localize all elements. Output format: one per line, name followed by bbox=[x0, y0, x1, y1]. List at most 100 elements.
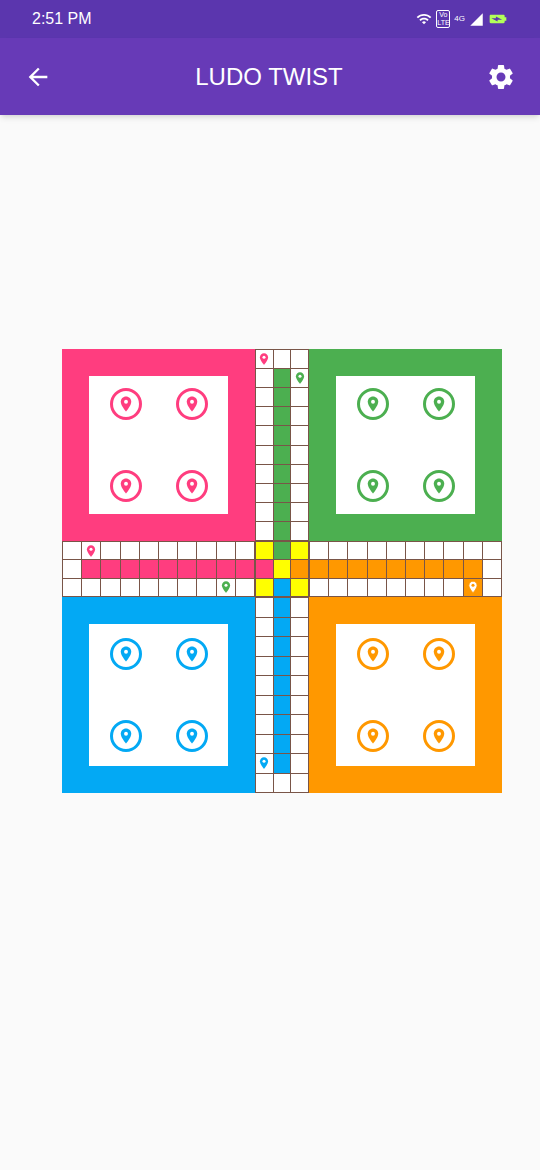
board-cell[interactable] bbox=[274, 618, 291, 637]
home-token[interactable] bbox=[176, 470, 208, 502]
board-cell[interactable] bbox=[348, 542, 366, 559]
board-cell[interactable] bbox=[368, 579, 386, 596]
board-cell[interactable] bbox=[329, 542, 347, 559]
board-cell[interactable] bbox=[256, 503, 273, 521]
board-cell[interactable] bbox=[159, 560, 177, 577]
board-cell[interactable] bbox=[217, 542, 235, 559]
board-cell[interactable] bbox=[291, 503, 308, 521]
board-cell[interactable] bbox=[310, 579, 328, 596]
back-icon[interactable] bbox=[24, 63, 52, 91]
board-cell[interactable] bbox=[291, 350, 308, 368]
board-cell[interactable] bbox=[483, 560, 501, 577]
board-cell[interactable] bbox=[291, 715, 308, 734]
board-cell[interactable] bbox=[425, 560, 443, 577]
board-cell[interactable] bbox=[140, 560, 158, 577]
board-cell[interactable] bbox=[291, 388, 308, 406]
home-token[interactable] bbox=[110, 720, 142, 752]
board-cell[interactable] bbox=[63, 560, 81, 577]
board-cell[interactable] bbox=[274, 350, 291, 368]
board-cell[interactable] bbox=[274, 715, 291, 734]
board-cell[interactable] bbox=[197, 560, 215, 577]
board-cell[interactable] bbox=[291, 369, 308, 387]
board-cell[interactable] bbox=[121, 560, 139, 577]
board-cell[interactable] bbox=[291, 522, 308, 540]
board-cell[interactable] bbox=[256, 676, 273, 695]
home-token[interactable] bbox=[423, 638, 455, 670]
board-cell[interactable] bbox=[464, 542, 482, 559]
board-cell[interactable] bbox=[464, 560, 482, 577]
board-cell[interactable] bbox=[291, 598, 308, 617]
board-cell[interactable] bbox=[256, 369, 273, 387]
board-cell[interactable] bbox=[406, 542, 424, 559]
board-cell[interactable] bbox=[329, 560, 347, 577]
board-cell[interactable] bbox=[256, 696, 273, 715]
board-cell[interactable] bbox=[236, 542, 254, 559]
board-cell[interactable] bbox=[274, 484, 291, 502]
board-cell[interactable] bbox=[256, 407, 273, 425]
board-cell[interactable] bbox=[444, 560, 462, 577]
board-cell[interactable] bbox=[274, 522, 291, 540]
board-cell[interactable] bbox=[329, 579, 347, 596]
board-cell[interactable] bbox=[274, 369, 291, 387]
board-cell[interactable] bbox=[82, 579, 100, 596]
board-cell[interactable] bbox=[256, 522, 273, 540]
board-cell[interactable] bbox=[256, 465, 273, 483]
board-cell[interactable] bbox=[256, 754, 273, 773]
board-cell[interactable] bbox=[274, 407, 291, 425]
home-token[interactable] bbox=[110, 388, 142, 420]
board-cell[interactable] bbox=[101, 542, 119, 559]
board-cell[interactable] bbox=[236, 579, 254, 596]
home-token[interactable] bbox=[423, 470, 455, 502]
home-token[interactable] bbox=[357, 638, 389, 670]
board-cell[interactable] bbox=[121, 542, 139, 559]
board-cell[interactable] bbox=[444, 542, 462, 559]
board-cell[interactable] bbox=[310, 560, 328, 577]
board-cell[interactable] bbox=[291, 407, 308, 425]
gear-icon[interactable] bbox=[486, 62, 516, 92]
board-cell[interactable] bbox=[274, 503, 291, 521]
board-cell[interactable] bbox=[274, 426, 291, 444]
board-cell[interactable] bbox=[291, 426, 308, 444]
board-cell[interactable] bbox=[483, 579, 501, 596]
board-cell[interactable] bbox=[236, 560, 254, 577]
home-token[interactable] bbox=[357, 388, 389, 420]
board-cell[interactable] bbox=[63, 542, 81, 559]
home-token[interactable] bbox=[110, 470, 142, 502]
home-token[interactable] bbox=[423, 720, 455, 752]
board-cell[interactable] bbox=[291, 465, 308, 483]
board-cell[interactable] bbox=[368, 542, 386, 559]
board-cell[interactable] bbox=[178, 542, 196, 559]
board-cell[interactable] bbox=[291, 696, 308, 715]
board-cell[interactable] bbox=[291, 735, 308, 754]
home-token[interactable] bbox=[357, 470, 389, 502]
board-cell[interactable] bbox=[82, 560, 100, 577]
board-cell[interactable] bbox=[159, 542, 177, 559]
board-cell[interactable] bbox=[406, 560, 424, 577]
board-cell[interactable] bbox=[274, 657, 291, 676]
home-token[interactable] bbox=[423, 388, 455, 420]
board-cell[interactable] bbox=[256, 715, 273, 734]
board-cell[interactable] bbox=[483, 542, 501, 559]
board-cell[interactable] bbox=[274, 598, 291, 617]
home-token[interactable] bbox=[176, 388, 208, 420]
home-token[interactable] bbox=[110, 638, 142, 670]
board-cell[interactable] bbox=[140, 542, 158, 559]
board-cell[interactable] bbox=[256, 618, 273, 637]
board-cell[interactable] bbox=[256, 598, 273, 617]
board-cell[interactable] bbox=[256, 637, 273, 656]
board-cell[interactable] bbox=[291, 484, 308, 502]
board-cell[interactable] bbox=[310, 542, 328, 559]
board-cell[interactable] bbox=[274, 774, 291, 793]
board-cell[interactable] bbox=[256, 388, 273, 406]
board-cell[interactable] bbox=[348, 579, 366, 596]
board-cell[interactable] bbox=[256, 350, 273, 368]
board-cell[interactable] bbox=[256, 774, 273, 793]
board-cell[interactable] bbox=[101, 560, 119, 577]
board-cell[interactable] bbox=[291, 754, 308, 773]
board-cell[interactable] bbox=[140, 579, 158, 596]
home-token[interactable] bbox=[176, 720, 208, 752]
board-cell[interactable] bbox=[274, 696, 291, 715]
board-cell[interactable] bbox=[178, 560, 196, 577]
board-cell[interactable] bbox=[291, 657, 308, 676]
board-cell[interactable] bbox=[178, 579, 196, 596]
